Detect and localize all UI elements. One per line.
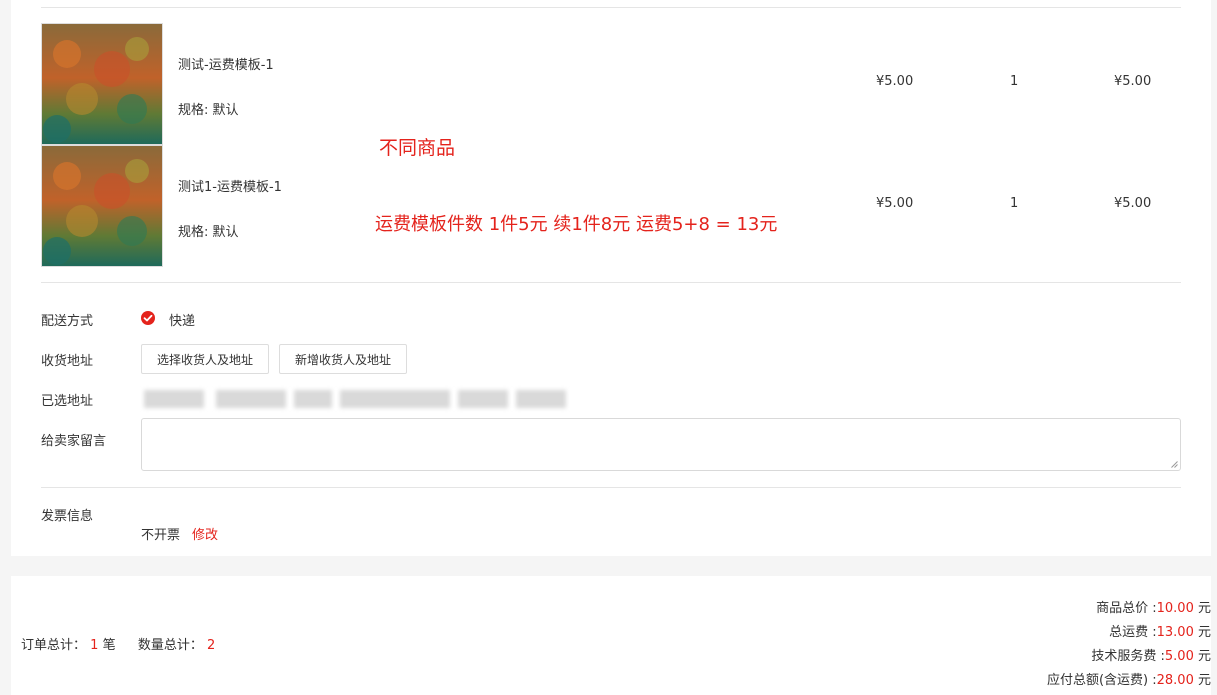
service-fee-label: 技术服务费 :	[1091, 649, 1165, 664]
check-circle-icon[interactable]	[141, 311, 155, 325]
product-subtotal: ¥5.00	[1114, 74, 1152, 89]
product-spec: 规格: 默认	[178, 225, 239, 240]
shipping-total-label: 总运费 :	[1109, 625, 1157, 640]
qty-total-label: 数量总计：	[137, 638, 203, 653]
invoice-value: 不开票	[141, 528, 181, 543]
invoice-label: 发票信息	[41, 509, 94, 524]
product-spec: 规格: 默认	[178, 103, 239, 118]
product-image[interactable]	[41, 145, 163, 267]
message-textarea[interactable]	[141, 418, 1181, 471]
product-name[interactable]: 测试1-运费模板-1	[178, 176, 282, 195]
divider	[41, 7, 1181, 8]
shipping-total-value: 13.00	[1156, 625, 1194, 640]
shipping-method-express[interactable]: 快递	[169, 310, 195, 329]
currency-unit: 元	[1197, 649, 1211, 664]
order-count-unit: 笔	[102, 638, 116, 653]
shipping-method-label: 配送方式	[41, 314, 94, 329]
product-image[interactable]	[41, 23, 163, 145]
divider	[41, 487, 1181, 488]
invoice-edit-link[interactable]: 修改	[192, 524, 218, 543]
order-count-label: 订单总计：	[21, 638, 87, 653]
payable-total-row: 应付总额(含运费) :28.00 元	[1047, 669, 1211, 688]
currency-unit: 元	[1197, 601, 1211, 616]
product-price: ¥5.00	[876, 196, 914, 211]
goods-total-value: 10.00	[1156, 601, 1194, 616]
product-qty: 1	[1010, 74, 1019, 89]
resize-grip-icon[interactable]	[1171, 461, 1178, 468]
annotation-shipping-calc: 运费模板件数 1件5元 续1件8元 运费5+8 = 13元	[375, 214, 778, 235]
goods-total-label: 商品总价 :	[1096, 601, 1157, 616]
service-fee-value: 5.00	[1164, 649, 1194, 664]
service-fee-row: 技术服务费 :5.00 元	[1091, 645, 1211, 664]
add-address-button[interactable]: 新增收货人及地址	[279, 344, 407, 374]
order-items-card: 测试-运费模板-1 规格: 默认 ¥5.00 1 ¥5.00 测试1-运费模板-…	[11, 0, 1211, 556]
order-totals: 订单总计： 1 笔 数量总计： 2	[21, 634, 215, 653]
product-qty: 1	[1010, 196, 1019, 211]
product-subtotal: ¥5.00	[1114, 196, 1152, 211]
message-label: 给卖家留言	[41, 434, 107, 449]
selected-address-blurred	[144, 390, 566, 408]
select-address-button[interactable]: 选择收货人及地址	[141, 344, 269, 374]
shipping-total-row: 总运费 :13.00 元	[1109, 621, 1211, 640]
currency-unit: 元	[1197, 673, 1211, 688]
divider	[41, 282, 1181, 283]
goods-total-row: 商品总价 :10.00 元	[1096, 597, 1211, 616]
annotation-different-products: 不同商品	[379, 137, 456, 159]
order-count: 1	[90, 638, 99, 653]
address-label: 收货地址	[41, 354, 94, 369]
selected-address-label: 已选地址	[41, 394, 94, 409]
order-summary: 订单总计： 1 笔 数量总计： 2 商品总价 :10.00 元 总运费 :13.…	[11, 576, 1211, 695]
qty-total: 2	[207, 638, 216, 653]
product-price: ¥5.00	[876, 74, 914, 89]
currency-unit: 元	[1197, 625, 1211, 640]
payable-label: 应付总额(含运费) :	[1046, 673, 1157, 688]
product-name[interactable]: 测试-运费模板-1	[178, 54, 274, 73]
payable-value: 28.00	[1156, 673, 1194, 688]
